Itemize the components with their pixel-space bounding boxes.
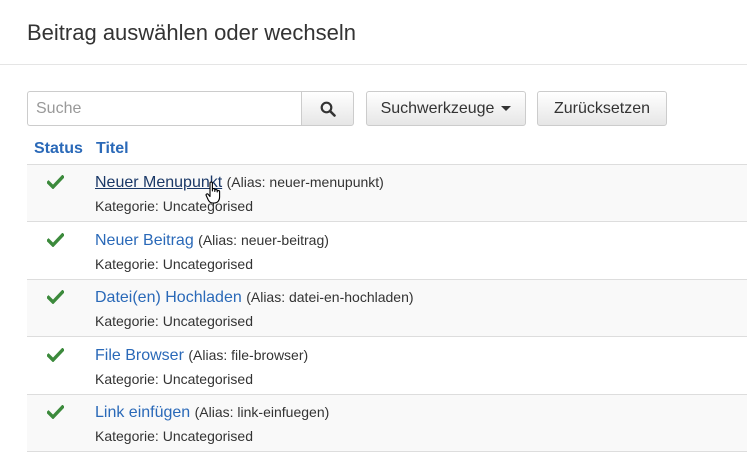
row-title-line: File Browser (Alias: file-browser) bbox=[95, 347, 308, 365]
item-category: Kategorie: Uncategorised bbox=[95, 256, 253, 272]
table-header: Status Titel bbox=[27, 140, 747, 165]
item-category: Kategorie: Uncategorised bbox=[95, 371, 253, 387]
item-alias: (Alias: link-einfuegen) bbox=[194, 404, 330, 420]
row-title-line: Link einfügen (Alias: link-einfuegen) bbox=[95, 404, 329, 422]
check-icon[interactable] bbox=[46, 404, 65, 424]
hand-cursor-icon bbox=[205, 181, 223, 210]
reset-label: Zurücksetzen bbox=[553, 99, 651, 117]
item-title-link[interactable]: Neuer Menupunkt bbox=[95, 174, 222, 191]
item-category: Kategorie: Uncategorised bbox=[95, 428, 253, 444]
item-title-link[interactable]: File Browser bbox=[95, 347, 184, 364]
item-alias: (Alias: file-browser) bbox=[188, 347, 309, 363]
check-icon[interactable] bbox=[46, 174, 65, 194]
check-icon[interactable] bbox=[46, 232, 65, 252]
item-category: Kategorie: Uncategorised bbox=[95, 198, 253, 214]
column-header-title[interactable]: Titel bbox=[96, 140, 129, 158]
modal-header: Beitrag auswählen oder wechseln bbox=[0, 0, 747, 65]
item-title-link[interactable]: Neuer Beitrag bbox=[95, 232, 194, 249]
reset-button[interactable]: Zurücksetzen bbox=[537, 91, 667, 126]
item-alias: (Alias: neuer-beitrag) bbox=[198, 232, 329, 248]
check-icon[interactable] bbox=[46, 289, 65, 309]
item-title-link[interactable]: Link einfügen bbox=[95, 404, 190, 421]
item-title-link[interactable]: Datei(en) Hochladen bbox=[95, 289, 242, 306]
row-title-line: Datei(en) Hochladen (Alias: datei-en-hoc… bbox=[95, 289, 414, 307]
table-row: Neuer Menupunkt (Alias: neuer-menupunkt)… bbox=[27, 165, 747, 222]
table-row: Link einfügen (Alias: link-einfuegen) Kat… bbox=[27, 395, 747, 452]
modal-title: Beitrag auswählen oder wechseln bbox=[27, 20, 356, 45]
table-row: Neuer Beitrag (Alias: neuer-beitrag) Kate… bbox=[27, 223, 747, 280]
check-icon[interactable] bbox=[46, 347, 65, 367]
search-button[interactable] bbox=[301, 91, 354, 126]
search-input[interactable] bbox=[27, 91, 301, 126]
item-category: Kategorie: Uncategorised bbox=[95, 313, 253, 329]
search-icon bbox=[320, 101, 336, 117]
item-alias: (Alias: datei-en-hochladen) bbox=[246, 289, 414, 305]
caret-down-icon bbox=[501, 106, 512, 111]
search-tools-label: Suchwerkzeuge bbox=[380, 99, 495, 117]
search-group bbox=[27, 91, 354, 126]
column-header-status[interactable]: Status bbox=[34, 140, 83, 158]
row-title-line: Neuer Beitrag (Alias: neuer-beitrag) bbox=[95, 232, 329, 250]
table-row: File Browser (Alias: file-browser) Katego… bbox=[27, 338, 747, 395]
item-alias: (Alias: neuer-menupunkt) bbox=[226, 174, 384, 190]
row-title-line: Neuer Menupunkt (Alias: neuer-menupunkt) bbox=[95, 174, 384, 192]
table-row: Datei(en) Hochladen (Alias: datei-en-hoc… bbox=[27, 280, 747, 337]
search-tools-button[interactable]: Suchwerkzeuge bbox=[366, 91, 526, 126]
